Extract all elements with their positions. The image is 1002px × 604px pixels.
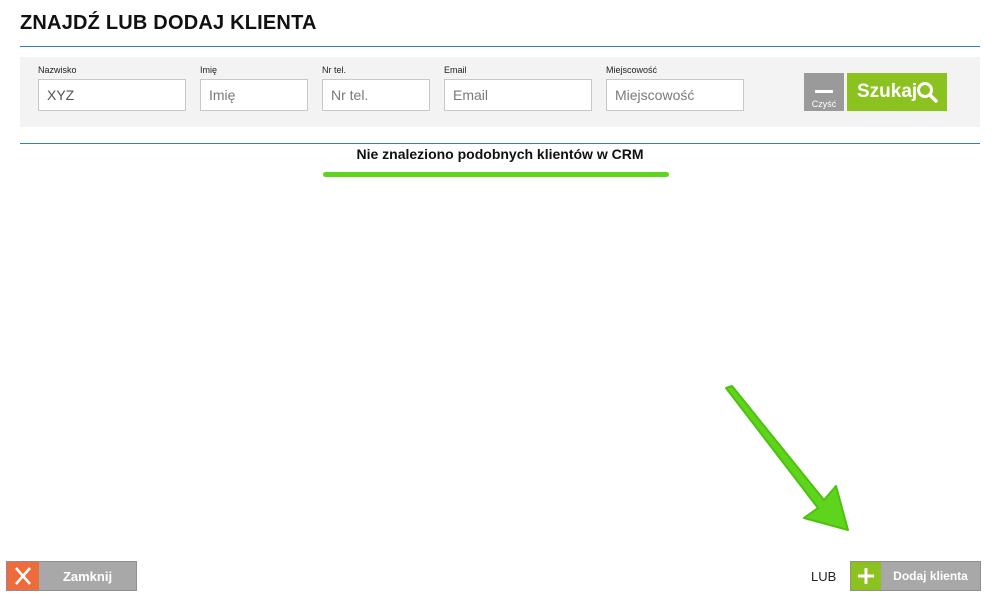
no-results-message: Nie znaleziono podobnych klientów w CRM <box>356 146 644 162</box>
add-client-button[interactable]: Dodaj klienta <box>850 561 981 591</box>
plus-icon <box>858 568 874 584</box>
phone-field: Nr tel. <box>322 65 430 111</box>
nazwisko-input[interactable] <box>38 79 186 111</box>
clear-label: Czyść <box>811 99 837 109</box>
clear-button[interactable]: Czyść <box>804 73 844 111</box>
imie-input[interactable] <box>200 79 308 111</box>
city-field: Miejscowość <box>606 65 744 111</box>
close-button[interactable]: Zamknij <box>6 561 137 591</box>
search-label: Szukaj <box>857 81 918 102</box>
title-divider <box>20 46 980 47</box>
email-field: Email <box>444 65 592 111</box>
search-icon <box>917 82 938 103</box>
email-input[interactable] <box>444 79 592 111</box>
close-label: Zamknij <box>62 569 113 584</box>
email-label: Email <box>444 65 467 75</box>
phone-label: Nr tel. <box>322 65 347 75</box>
city-input[interactable] <box>606 79 744 111</box>
phone-input[interactable] <box>322 79 430 111</box>
or-label: LUB <box>811 569 837 584</box>
clear-dash-icon <box>815 90 833 93</box>
imie-field: Imię <box>200 65 308 111</box>
arrow-annotation-icon <box>725 385 849 531</box>
add-client-label: Dodaj klienta <box>893 569 968 583</box>
highlight-underline <box>323 172 669 177</box>
nazwisko-field: Nazwisko <box>38 65 186 111</box>
results-divider <box>20 143 980 144</box>
search-button[interactable]: Szukaj <box>847 73 947 111</box>
nazwisko-label: Nazwisko <box>38 65 77 75</box>
plus-icon-box <box>851 562 881 590</box>
search-filter-panel: Nazwisko Imię Nr tel. Email Miejscowość … <box>20 57 980 127</box>
page-title: ZNAJDŹ LUB DODAJ KLIENTA <box>20 12 317 34</box>
close-icon-box <box>7 562 39 590</box>
city-label: Miejscowość <box>606 65 658 75</box>
imie-label: Imię <box>200 65 218 75</box>
close-icon <box>15 567 31 585</box>
